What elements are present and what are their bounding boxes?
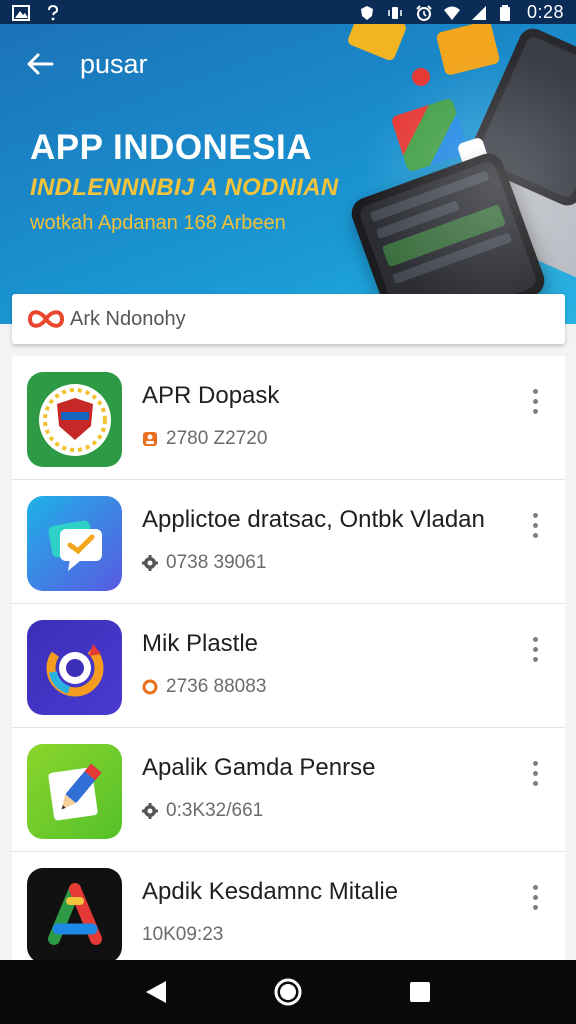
gear-icon — [142, 803, 158, 819]
app-list: APR Dopask 2780 Z2720 Applictoe dratsac,… — [12, 356, 565, 960]
ring-icon — [142, 679, 158, 695]
shield-icon — [359, 5, 375, 20]
page-title: pusar — [80, 48, 148, 79]
list-item[interactable]: Mik Plastle 2736 88083 — [12, 604, 565, 728]
more-vert-button[interactable] — [523, 758, 547, 788]
banner-tagline: wotkah Apdanan 168 Arbeen — [30, 212, 286, 234]
app-meta-text: 2736 88083 — [166, 676, 267, 697]
search-input[interactable]: Ark Ndonohy — [70, 308, 186, 331]
app-name: Applictoe dratsac, Ontbk Vladan — [142, 506, 485, 533]
app-name: APR Dopask — [142, 382, 280, 409]
refresh-ring-icon — [27, 620, 122, 715]
status-bar: 0:28 — [0, 0, 576, 24]
banner-title: APP INDONESIA — [30, 128, 313, 167]
gear-icon — [142, 555, 158, 571]
app-meta: 2780 Z2720 — [142, 428, 267, 450]
more-vert-button[interactable] — [523, 634, 547, 664]
deco-tile — [456, 136, 490, 170]
header-banner: pusar APP INDONESIA INDLENNNBIJ A NODNIA… — [0, 24, 576, 324]
more-vert-button[interactable] — [523, 386, 547, 416]
list-item[interactable]: Apdik Kesdamnc Mitalie 10K09:23 — [12, 852, 565, 960]
app-meta-text: 2780 Z2720 — [166, 428, 268, 449]
alarm-icon — [415, 5, 432, 21]
user-icon — [142, 431, 158, 447]
shield-badge-icon — [27, 372, 122, 467]
deco-tile — [409, 65, 433, 89]
question-icon — [46, 4, 62, 21]
banner-subtitle: INDLENNNBIJ A NODNIAN — [30, 174, 339, 201]
app-name: Apalik Gamda Penrse — [142, 754, 376, 781]
app-meta-text: 10K09:23 — [142, 924, 224, 945]
nav-back-button[interactable] — [136, 972, 176, 1012]
status-time: 0:28 — [526, 1, 564, 22]
deco-tile — [435, 24, 501, 77]
deco-tile — [390, 97, 470, 173]
screen: 0:28 pusar APP INDONESIA INDLENNNBIJ A N… — [0, 0, 576, 1024]
more-vert-button[interactable] — [523, 510, 547, 540]
wifi-icon — [443, 5, 460, 20]
app-meta: 0738 39061 — [142, 552, 266, 574]
triangle-logo-icon — [27, 868, 122, 960]
list-item[interactable]: Applictoe dratsac, Ontbk Vladan 0738 390… — [12, 480, 565, 604]
pencil-icon — [27, 744, 122, 839]
gallery-icon — [12, 5, 30, 21]
app-meta-text: 0:3K32/661 — [166, 800, 264, 821]
navigation-bar — [0, 960, 576, 1024]
nav-home-icon — [274, 978, 302, 1006]
deco-tile — [346, 24, 408, 62]
app-meta: 10K09:23 — [142, 924, 223, 946]
app-meta: 2736 88083 — [142, 676, 266, 698]
infinity-logo-icon — [26, 304, 70, 334]
app-name: Mik Plastle — [142, 630, 259, 657]
nav-recents-button[interactable] — [400, 972, 440, 1012]
app-bar: pusar — [0, 44, 148, 84]
list-item[interactable]: APR Dopask 2780 Z2720 — [12, 356, 565, 480]
vibrate-icon — [387, 5, 403, 19]
tablet-illustration — [464, 24, 576, 210]
app-meta-text: 0738 39061 — [166, 552, 267, 573]
app-meta: 0:3K32/661 — [142, 800, 263, 822]
laptop-illustration — [444, 118, 576, 280]
nav-back-icon — [146, 981, 166, 1003]
back-button[interactable] — [0, 52, 80, 76]
more-vert-button[interactable] — [523, 882, 547, 912]
signal-icon — [471, 5, 487, 20]
chat-check-icon — [27, 496, 122, 591]
battery-icon — [499, 5, 515, 21]
nav-home-button[interactable] — [268, 972, 308, 1012]
search-bar[interactable]: Ark Ndonohy — [12, 294, 565, 344]
list-item[interactable]: Apalik Gamda Penrse 0:3K32/661 — [12, 728, 565, 852]
app-name: Apdik Kesdamnc Mitalie — [142, 878, 399, 905]
arrow-left-icon — [27, 53, 54, 75]
nav-recents-icon — [410, 982, 430, 1002]
